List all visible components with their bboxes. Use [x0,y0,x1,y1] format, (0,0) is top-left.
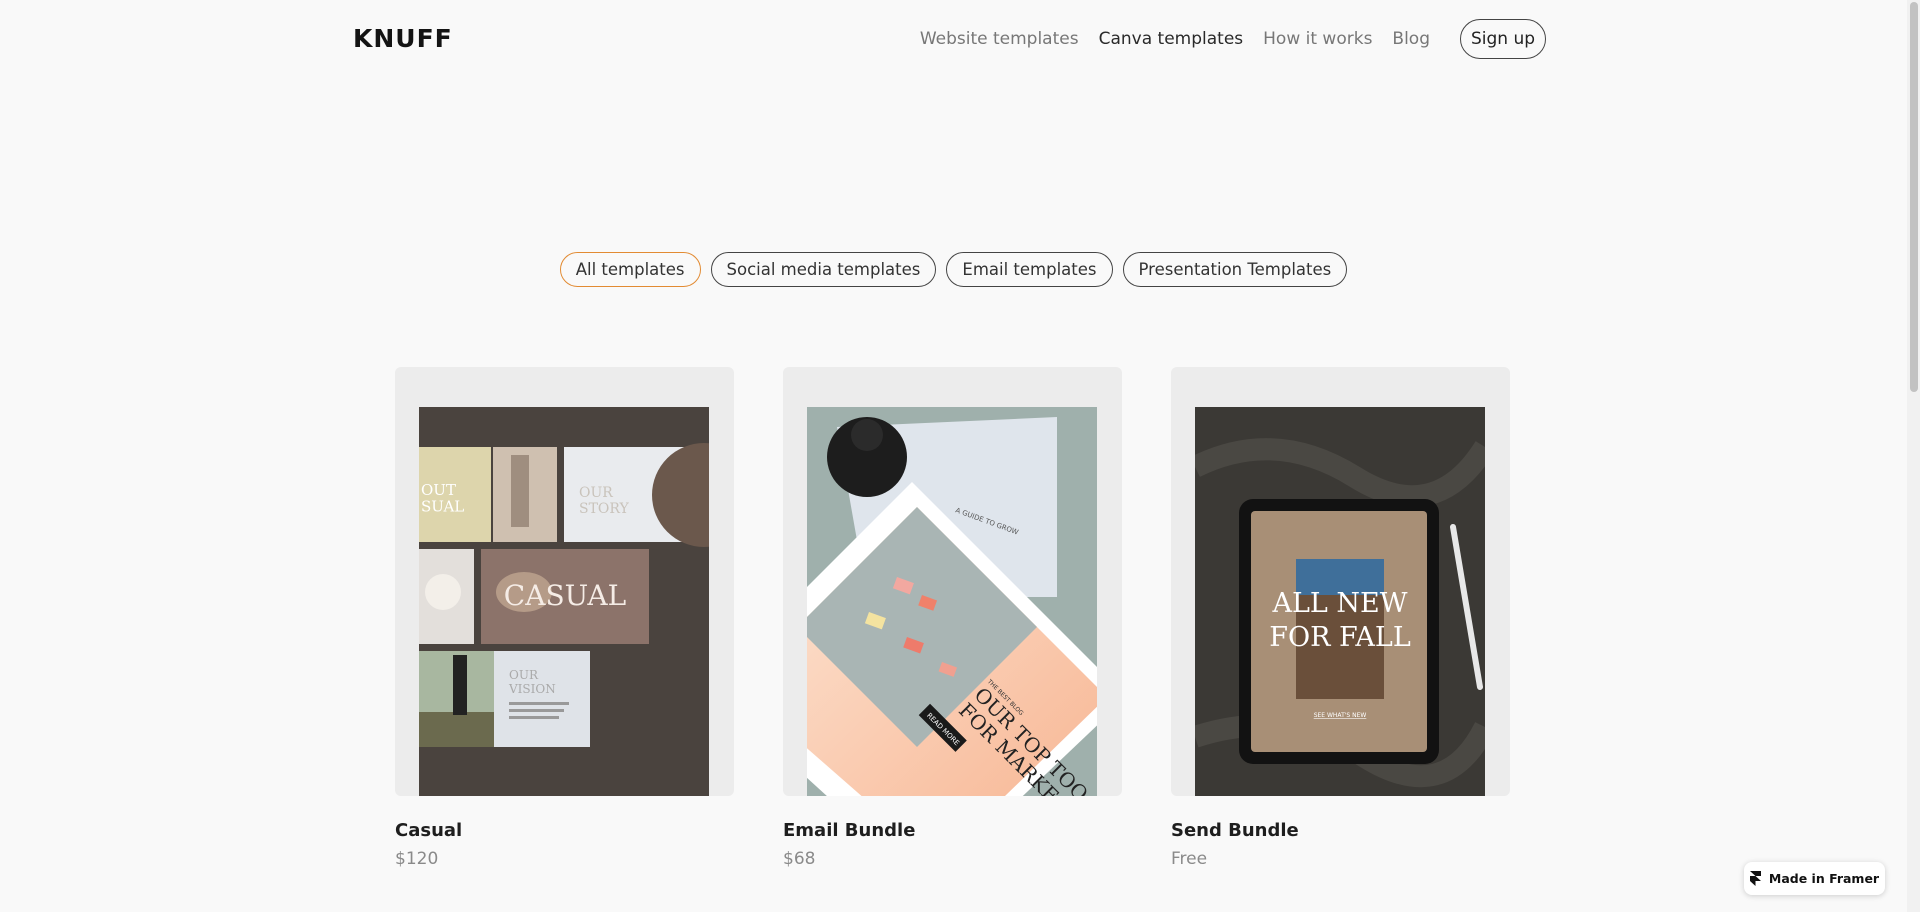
signup-button[interactable]: Sign up [1460,19,1546,59]
casual-word: CASUAL [504,579,626,612]
svg-text:OUR: OUR [509,668,539,682]
email-bundle-artwork: A GUIDE TO GROW THE BEST BLOG OUR TOP TO… [807,407,1097,796]
product-card-send-bundle[interactable]: ALL NEW FOR FALL SEE WHAT'S NEW Send Bun… [1171,367,1510,869]
product-title[interactable]: Send Bundle [1171,820,1510,841]
made-in-framer-badge[interactable]: Made in Framer [1744,862,1885,895]
filter-presentation-templates[interactable]: Presentation Templates [1122,252,1348,287]
filter-email-templates[interactable]: Email templates [946,252,1113,287]
product-title[interactable]: Email Bundle [783,820,1122,841]
svg-text:VISION: VISION [508,682,556,696]
framer-icon [1749,871,1761,886]
product-card-email-bundle[interactable]: A GUIDE TO GROW THE BEST BLOG OUR TOP TO… [783,367,1122,869]
made-in-framer-label: Made in Framer [1768,871,1880,886]
filter-bar: All templates Social media templates Ema… [0,252,1907,287]
product-thumbnail[interactable]: A GUIDE TO GROW THE BEST BLOG OUR TOP TO… [783,367,1122,796]
product-thumbnail[interactable]: OUT SUAL OUR STORY CASUAL OUR VISION [395,367,734,796]
nav-how-it-works[interactable]: How it works [1263,29,1372,49]
svg-text:FOR FALL: FOR FALL [1269,622,1411,653]
email-bundle-preview: A GUIDE TO GROW THE BEST BLOG OUR TOP TO… [807,407,1097,796]
svg-text:STORY: STORY [579,501,630,517]
send-bundle-artwork: ALL NEW FOR FALL SEE WHAT'S NEW [1195,407,1485,796]
nav-canva-templates[interactable]: Canva templates [1099,29,1244,49]
filter-all-templates[interactable]: All templates [559,252,701,287]
nav-blog[interactable]: Blog [1392,29,1430,49]
send-bundle-preview: ALL NEW FOR FALL SEE WHAT'S NEW [1195,407,1485,796]
product-price: $120 [395,849,439,869]
product-grid: OUT SUAL OUR STORY CASUAL OUR VISION Cas… [395,367,1510,869]
main-nav: Website templates Canva templates How it… [900,19,1546,59]
send-link: SEE WHAT'S NEW [1314,712,1367,719]
filter-social-media-templates[interactable]: Social media templates [710,252,937,287]
casual-artwork: OUT SUAL OUR STORY CASUAL OUR VISION [419,407,709,796]
product-title[interactable]: Casual [395,820,734,841]
casual-preview: OUT SUAL OUR STORY CASUAL OUR VISION [419,407,709,796]
svg-text:OUR: OUR [579,485,613,501]
svg-text:ALL NEW: ALL NEW [1271,588,1407,619]
logo[interactable]: KNUFF [353,24,453,53]
scrollbar[interactable] [1907,0,1920,912]
nav-website-templates[interactable]: Website templates [920,29,1079,49]
product-card-casual[interactable]: OUT SUAL OUR STORY CASUAL OUR VISION Cas… [395,367,734,869]
scrollbar-thumb[interactable] [1910,2,1918,392]
product-price: $68 [783,849,816,869]
product-price: Free [1171,849,1208,869]
product-thumbnail[interactable]: ALL NEW FOR FALL SEE WHAT'S NEW [1171,367,1510,796]
